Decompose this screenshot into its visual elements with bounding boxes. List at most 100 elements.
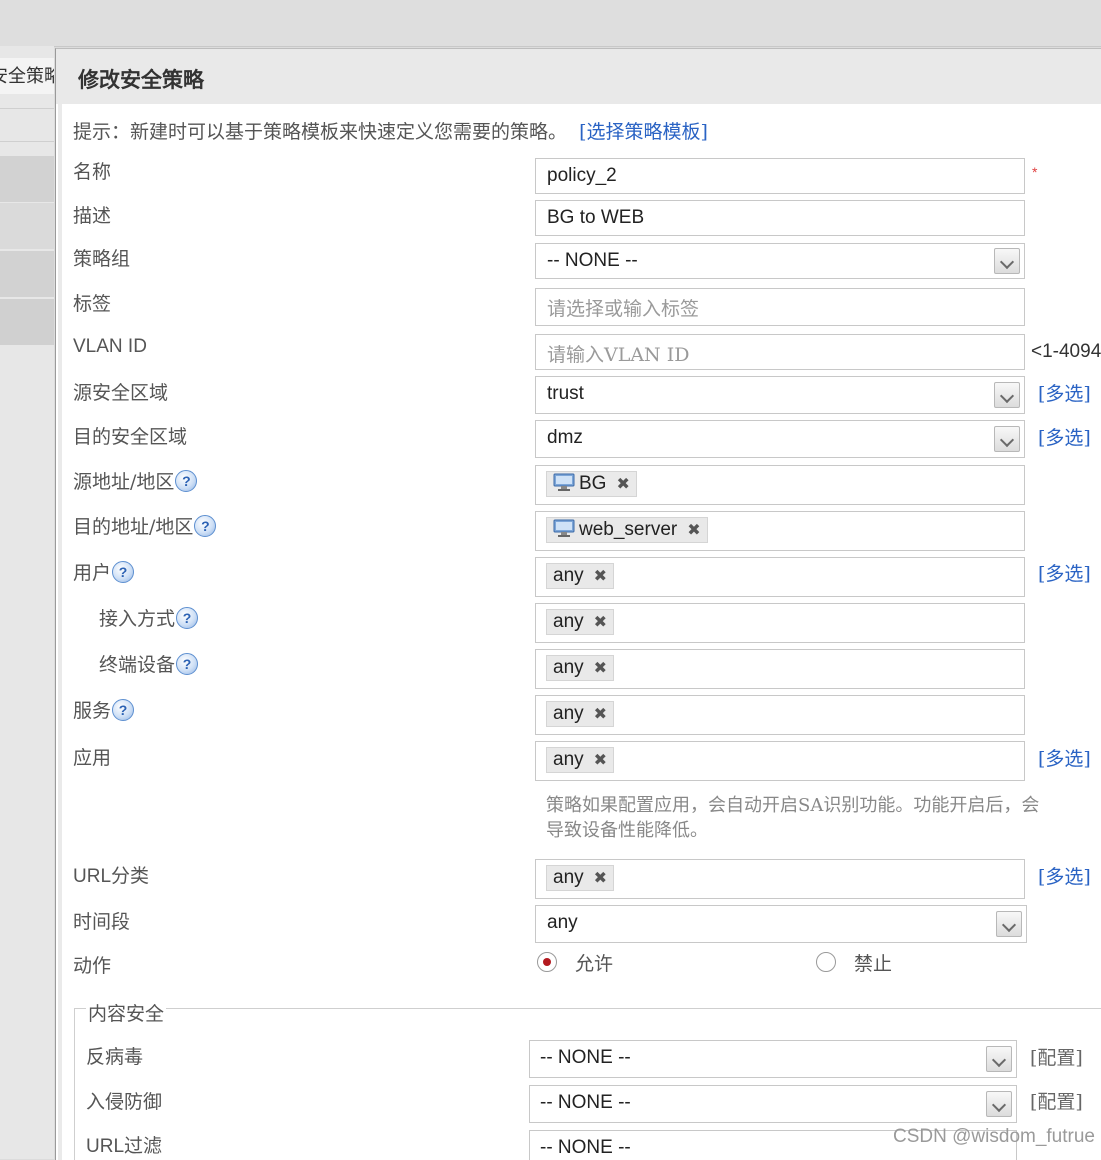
- remove-tag-icon[interactable]: ✖: [594, 611, 607, 635]
- destination-zone-label: 目的安全区域: [73, 426, 188, 448]
- destination-address-field[interactable]: web_server ✖: [535, 511, 1025, 551]
- access-method-field[interactable]: any ✖: [535, 603, 1025, 643]
- watermark: CSDN @wisdom_futrue: [893, 1126, 1095, 1147]
- remove-tag-icon[interactable]: ✖: [594, 703, 607, 727]
- access-method-label: 接入方式?: [99, 604, 199, 631]
- chevron-down-icon[interactable]: [994, 248, 1020, 274]
- policy-group-select[interactable]: -- NONE --: [535, 243, 1025, 279]
- tab-security-policy[interactable]: 安全策略: [0, 58, 54, 94]
- chevron-down-icon[interactable]: [996, 911, 1022, 937]
- action-deny-label[interactable]: 禁止: [854, 949, 892, 976]
- antivirus-select[interactable]: -- NONE --: [529, 1040, 1017, 1078]
- tags-input[interactable]: 请选择或输入标签: [535, 288, 1025, 326]
- antivirus-label: 反病毒: [86, 1046, 144, 1068]
- destination-address-tag-label: web_server: [579, 519, 678, 540]
- help-icon[interactable]: ?: [175, 470, 198, 492]
- name-value: policy_2: [547, 165, 617, 186]
- service-label: 服务?: [73, 696, 135, 723]
- help-icon[interactable]: ?: [112, 699, 135, 721]
- action-permit-radio[interactable]: [537, 952, 557, 972]
- access-method-tag-label: any: [553, 611, 584, 632]
- destination-zone-multi-select-link[interactable]: [多选]: [1038, 423, 1091, 450]
- vlan-id-input[interactable]: 请输入VLAN ID: [535, 334, 1025, 370]
- edit-policy-dialog: 修改安全策略 提示：新建时可以基于策略模板来快速定义您需要的策略。 [选择策略模…: [55, 48, 1101, 1160]
- ips-select[interactable]: -- NONE --: [529, 1085, 1017, 1123]
- vlan-id-placeholder: 请输入VLAN ID: [547, 344, 690, 366]
- access-method-tag: any ✖: [546, 609, 615, 635]
- remove-tag-icon[interactable]: ✖: [616, 473, 629, 497]
- help-icon[interactable]: ?: [194, 515, 217, 537]
- sidebar-row[interactable]: [0, 156, 54, 202]
- destination-address-tag: web_server ✖: [546, 517, 708, 543]
- hint-text: 提示：新建时可以基于策略模板来快速定义您需要的策略。 [选择策略模板]: [73, 117, 708, 144]
- action-permit-label[interactable]: 允许: [575, 949, 613, 976]
- computer-icon: [553, 519, 575, 537]
- remove-tag-icon[interactable]: ✖: [687, 519, 700, 543]
- chevron-down-icon[interactable]: [986, 1046, 1012, 1072]
- antivirus-value: -- NONE --: [540, 1047, 631, 1068]
- user-multi-select-link[interactable]: [多选]: [1038, 559, 1091, 586]
- help-icon[interactable]: ?: [176, 653, 199, 675]
- url-category-multi-select-link[interactable]: [多选]: [1038, 862, 1091, 889]
- url-filter-label: URL过滤: [86, 1136, 163, 1157]
- help-icon[interactable]: ?: [112, 561, 135, 583]
- sidebar-row[interactable]: [0, 203, 54, 249]
- source-zone-multi-select-link[interactable]: [多选]: [1038, 379, 1091, 406]
- user-label-text: 用户: [73, 562, 112, 584]
- url-category-tag: any ✖: [546, 865, 615, 891]
- url-category-field[interactable]: any ✖: [535, 859, 1025, 899]
- source-address-label-text: 源地址/地区: [73, 471, 175, 493]
- application-note: 策略如果配置应用，会自动开启SA识别功能。功能开启后，会导致设备性能降低。: [546, 795, 1040, 841]
- description-label: 描述: [73, 205, 112, 227]
- application-field[interactable]: any ✖: [535, 741, 1025, 781]
- time-range-select[interactable]: any: [535, 905, 1027, 943]
- source-zone-select[interactable]: trust: [535, 376, 1025, 414]
- destination-address-label: 目的地址/地区?: [73, 512, 217, 539]
- source-zone-label: 源安全区域: [73, 382, 169, 404]
- chevron-down-icon[interactable]: [994, 382, 1020, 408]
- antivirus-config-link[interactable]: [配置]: [1030, 1043, 1083, 1070]
- url-filter-value: -- NONE --: [540, 1137, 631, 1158]
- terminal-device-tag: any ✖: [546, 655, 615, 681]
- sidebar-row[interactable]: [0, 251, 54, 297]
- application-multi-select-link[interactable]: [多选]: [1038, 744, 1091, 771]
- terminal-device-field[interactable]: any ✖: [535, 649, 1025, 689]
- source-address-tag-label: BG: [579, 473, 607, 494]
- destination-address-label-text: 目的地址/地区: [73, 516, 194, 538]
- vlan-id-label: VLAN ID: [73, 336, 147, 357]
- application-tag: any ✖: [546, 747, 615, 773]
- help-icon[interactable]: ?: [176, 607, 199, 629]
- service-field[interactable]: any ✖: [535, 695, 1025, 735]
- access-method-label-text: 接入方式: [99, 608, 176, 630]
- dialog-header[interactable]: 修改安全策略: [56, 49, 1101, 104]
- policy-group-label: 策略组: [73, 248, 131, 270]
- sidebar-divider: [0, 141, 54, 142]
- chevron-down-icon[interactable]: [986, 1091, 1012, 1117]
- description-field[interactable]: BG to WEB: [535, 200, 1025, 236]
- url-category-tag-label: any: [553, 867, 584, 888]
- source-address-tag: BG ✖: [546, 471, 637, 497]
- source-address-field[interactable]: BG ✖: [535, 465, 1025, 505]
- destination-zone-select[interactable]: dmz: [535, 420, 1025, 458]
- user-field[interactable]: any ✖: [535, 557, 1025, 597]
- action-label: 动作: [73, 955, 112, 977]
- ips-label: 入侵防御: [86, 1091, 163, 1113]
- remove-tag-icon[interactable]: ✖: [594, 657, 607, 681]
- description-value: BG to WEB: [547, 207, 645, 228]
- source-address-label: 源地址/地区?: [73, 467, 198, 494]
- hint-message: 提示：新建时可以基于策略模板来快速定义您需要的策略。: [73, 121, 568, 143]
- tags-label: 标签: [73, 293, 112, 315]
- remove-tag-icon[interactable]: ✖: [594, 867, 607, 891]
- remove-tag-icon[interactable]: ✖: [594, 565, 607, 589]
- application-label: 应用: [73, 747, 112, 769]
- ips-config-link[interactable]: [配置]: [1030, 1087, 1083, 1114]
- name-field[interactable]: policy_2: [535, 158, 1025, 194]
- sidebar-row[interactable]: [0, 299, 54, 345]
- chevron-down-icon[interactable]: [994, 426, 1020, 452]
- remove-tag-icon[interactable]: ✖: [594, 749, 607, 773]
- action-deny-radio[interactable]: [816, 952, 836, 972]
- service-tag-label: any: [553, 703, 584, 724]
- policy-group-value: -- NONE --: [547, 250, 638, 271]
- vlan-id-range-hint: <1-4094: [1031, 341, 1101, 362]
- select-template-link[interactable]: [选择策略模板]: [579, 121, 708, 143]
